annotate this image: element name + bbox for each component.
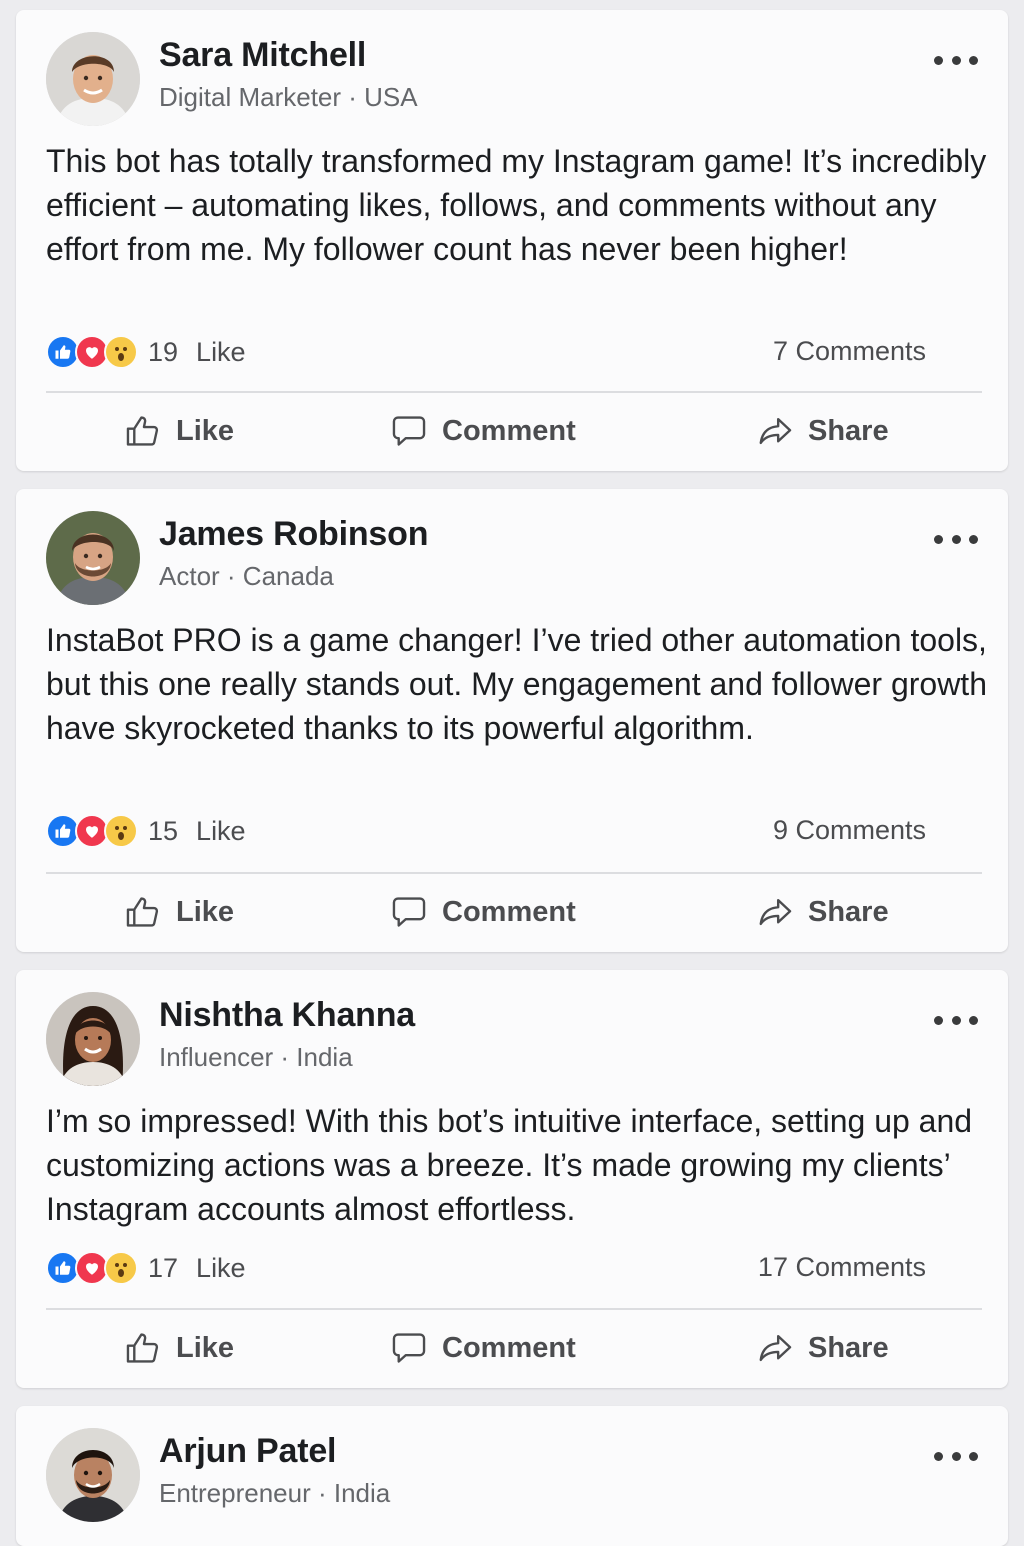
more-options-icon[interactable] [934, 1446, 978, 1466]
reactions-summary[interactable]: 19 Like [46, 332, 246, 372]
avatar[interactable] [46, 32, 140, 126]
author-name[interactable]: Sara Mitchell [159, 36, 366, 75]
like-button-label: Like [176, 1331, 235, 1364]
more-options-icon[interactable] [934, 50, 978, 70]
author-subtitle: Actor · Canada [159, 561, 334, 591]
divider [46, 391, 982, 393]
divider [46, 872, 982, 874]
post-card: James Robinson Actor · Canada InstaBot P… [16, 489, 1008, 952]
thumbs-up-icon [126, 1333, 159, 1363]
more-options-icon[interactable] [934, 529, 978, 549]
author-name[interactable]: James Robinson [159, 515, 428, 554]
like-button-label: Like [176, 895, 235, 928]
post-card: Nishtha Khanna Influencer · India I’m so… [16, 970, 1008, 1388]
reaction-label: Like [196, 1252, 246, 1283]
comments-count[interactable]: 17 Comments [758, 1252, 926, 1283]
wow-reaction-icon [104, 1251, 138, 1285]
comments-count[interactable]: 7 Comments [773, 336, 926, 367]
post-actions: Like Comment Share [16, 1313, 1008, 1383]
reaction-count: 15 [148, 815, 179, 846]
author-subtitle: Entrepreneur · India [159, 1478, 391, 1508]
share-button-label: Share [808, 414, 889, 447]
post-card: Arjun Patel Entrepreneur · India [16, 1406, 1008, 1546]
reaction-count: 17 [148, 1252, 179, 1283]
share-button[interactable]: Share [756, 1313, 889, 1383]
author-name[interactable]: Arjun Patel [159, 1432, 336, 1471]
post-actions: Like Comment Share [16, 877, 1008, 947]
reaction-label: Like [196, 815, 246, 846]
divider [46, 1308, 982, 1310]
post-actions: Like Comment Share [16, 396, 1008, 466]
comment-button-label: Comment [442, 414, 576, 447]
comment-bubble-icon [392, 1333, 426, 1363]
avatar-photo [46, 1428, 140, 1522]
comment-bubble-icon [392, 416, 426, 446]
share-button-label: Share [808, 895, 889, 928]
reaction-count: 19 [148, 336, 179, 367]
post-text: This bot has totally transformed my Inst… [46, 143, 987, 267]
comment-button-label: Comment [442, 1331, 576, 1364]
comment-button[interactable]: Comment [390, 396, 576, 466]
comment-bubble-icon [392, 897, 426, 927]
post-card: Sara Mitchell Digital Marketer · USA Thi… [16, 10, 1008, 471]
share-button[interactable]: Share [756, 877, 889, 947]
like-button[interactable]: Like [124, 877, 234, 947]
like-button[interactable]: Like [124, 396, 234, 466]
share-button-label: Share [808, 1331, 889, 1364]
author-subtitle: Influencer · India [159, 1042, 353, 1072]
comment-button-label: Comment [442, 895, 576, 928]
share-button[interactable]: Share [756, 396, 889, 466]
author-name[interactable]: Nishtha Khanna [159, 996, 415, 1035]
avatar-photo [46, 32, 140, 126]
wow-reaction-icon [104, 335, 138, 369]
share-arrow-icon [759, 417, 792, 445]
avatar[interactable] [46, 511, 140, 605]
comments-count[interactable]: 9 Comments [773, 815, 926, 846]
author-subtitle: Digital Marketer · USA [159, 82, 418, 112]
post-text: InstaBot PRO is a game changer! I’ve tri… [46, 622, 987, 746]
wow-reaction-icon [104, 814, 138, 848]
avatar-photo [46, 992, 140, 1086]
reactions-summary[interactable]: 17 Like [46, 1248, 246, 1288]
share-arrow-icon [759, 1334, 792, 1362]
comment-button[interactable]: Comment [390, 1313, 576, 1383]
comment-button[interactable]: Comment [390, 877, 576, 947]
reaction-label: Like [196, 336, 246, 367]
more-options-icon[interactable] [934, 1010, 978, 1030]
thumbs-up-icon [126, 897, 159, 927]
reactions-summary[interactable]: 15 Like [46, 811, 246, 851]
thumbs-up-icon [126, 416, 159, 446]
avatar[interactable] [46, 1428, 140, 1522]
avatar[interactable] [46, 992, 140, 1086]
like-button[interactable]: Like [124, 1313, 234, 1383]
avatar-photo [46, 511, 140, 605]
like-button-label: Like [176, 414, 235, 447]
share-arrow-icon [759, 898, 792, 926]
post-text: I’m so impressed! With this bot’s intuit… [46, 1103, 973, 1227]
